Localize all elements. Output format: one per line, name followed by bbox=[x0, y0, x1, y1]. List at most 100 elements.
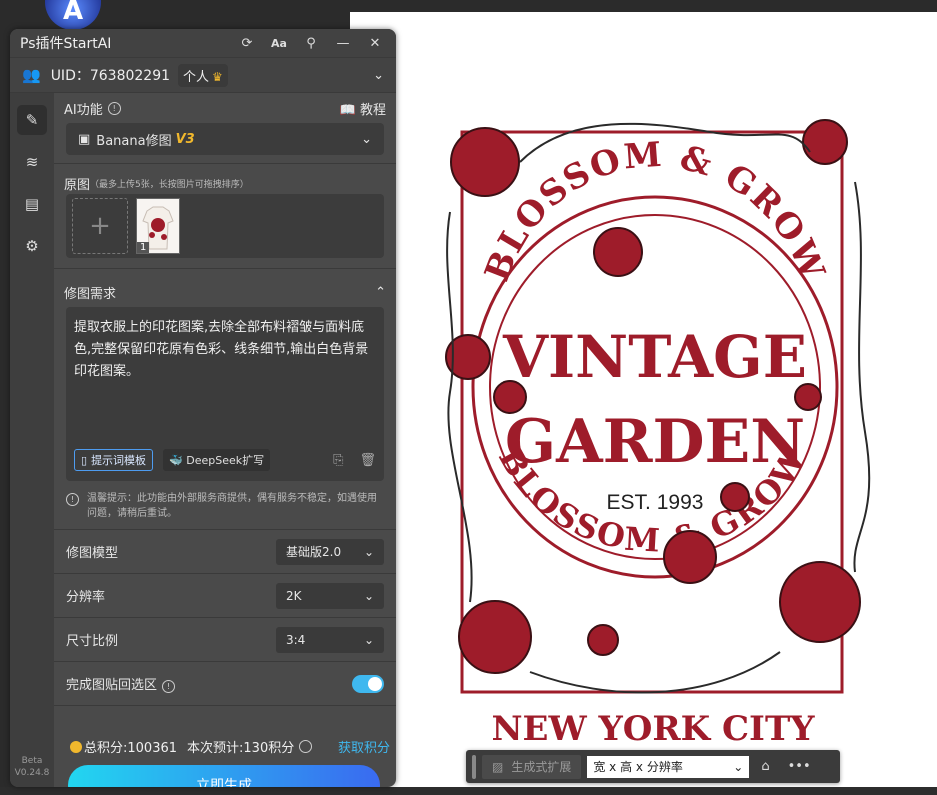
pin-icon[interactable]: ⚲ bbox=[300, 36, 322, 51]
paste-back-toggle[interactable] bbox=[352, 674, 384, 693]
chevron-down-icon: ⌄ bbox=[733, 759, 744, 774]
panel-content: AI功能 ! 📖 教程 ▣ Banana修图 V3 ⌄ 原图 （最多上传5张，长… bbox=[54, 93, 396, 787]
size-select[interactable]: 宽 x 高 x 分辨率 ⌄ bbox=[587, 755, 750, 778]
model-row: 修图模型 基础版2.0 ⌄ bbox=[54, 529, 396, 573]
model-value: 基础版2.0 bbox=[286, 545, 342, 559]
chevron-up-icon[interactable]: ⌃ bbox=[375, 285, 386, 300]
template-icon: ▯ bbox=[81, 453, 88, 467]
ratio-select[interactable]: 3:4 ⌄ bbox=[276, 626, 384, 653]
more-icon[interactable]: ••• bbox=[788, 759, 811, 774]
divider bbox=[54, 268, 396, 269]
expand-icon: ▨ bbox=[492, 759, 504, 774]
ratio-value: 3:4 bbox=[286, 632, 306, 647]
image-thumbnail[interactable]: 1 bbox=[136, 198, 180, 254]
document-canvas[interactable]: BLOSSOM & GROW VINTAGE GARDEN EST. 1993 … bbox=[350, 12, 937, 787]
edit-icon[interactable]: ✎ bbox=[17, 105, 47, 135]
info-icon[interactable] bbox=[299, 740, 313, 753]
minimize-icon[interactable]: — bbox=[332, 36, 354, 51]
add-image-button[interactable]: + bbox=[72, 198, 128, 254]
requirements-label: 修图需求 bbox=[64, 286, 117, 302]
info-icon[interactable]: ! bbox=[162, 680, 176, 693]
generate-button[interactable]: 立即生成 bbox=[68, 765, 380, 787]
deepseek-label: DeepSeek扩写 bbox=[186, 454, 265, 467]
canvas-top-strip bbox=[350, 0, 937, 12]
app-logo: A bbox=[45, 0, 101, 30]
artwork: BLOSSOM & GROW VINTAGE GARDEN EST. 1993 … bbox=[445, 119, 871, 749]
tutorial-link[interactable]: 📖 教程 bbox=[340, 99, 386, 118]
layout-icon[interactable]: ⌂ bbox=[761, 759, 769, 774]
panel-title: Ps插件StartAI bbox=[20, 36, 112, 52]
source-image-label: 原图 bbox=[64, 177, 91, 193]
art-est: EST. 1993 bbox=[607, 491, 704, 514]
book-icon: 📖 bbox=[339, 102, 356, 118]
font-size-icon[interactable]: Aa bbox=[268, 37, 290, 50]
ai-function-select[interactable]: ▣ Banana修图 V3 ⌄ bbox=[66, 123, 384, 155]
chevron-down-icon: ⌄ bbox=[363, 544, 374, 559]
art-city: NEW YORK CITY bbox=[491, 709, 815, 749]
image-icon: ▣ bbox=[78, 131, 91, 147]
resolution-value: 2K bbox=[286, 588, 302, 603]
user-bar[interactable]: 👥 UID：763802291 个人 ♛ ⌄ bbox=[10, 58, 396, 93]
source-image-header: 原图 （最多上传5张，长按图片可拖拽排序） bbox=[54, 172, 396, 194]
drag-handle[interactable] bbox=[472, 754, 476, 779]
deepseek-expand-button[interactable]: 🐳 DeepSeek扩写 bbox=[163, 449, 271, 471]
layers-icon[interactable]: ≋ bbox=[17, 147, 47, 177]
coin-icon bbox=[70, 740, 82, 753]
info-icon[interactable]: ! bbox=[107, 101, 121, 115]
ratio-label: 尺寸比例 bbox=[66, 634, 119, 649]
total-points: 总积分:100361 bbox=[84, 741, 178, 756]
rose-bottom-center bbox=[663, 530, 717, 584]
refresh-icon[interactable]: ⟳ bbox=[236, 36, 258, 51]
hint-label: 温馨提示：此功能由外部服务商提供，偶有服务不稳定，如遇使用问题，请稍后重试。 bbox=[87, 493, 377, 519]
resolution-select[interactable]: 2K ⌄ bbox=[276, 582, 384, 609]
ai-function-label: AI功能 bbox=[64, 102, 103, 118]
floating-toolbar: ▨ 生成式扩展 宽 x 高 x 分辨率 ⌄ ⌂ ••• bbox=[466, 750, 840, 783]
close-icon[interactable]: ✕ bbox=[364, 36, 386, 51]
prompt-template-button[interactable]: ▯ 提示词模板 bbox=[74, 449, 154, 471]
panel-titlebar[interactable]: Ps插件StartAI ⟳ Aa ⚲ — ✕ bbox=[10, 29, 396, 58]
gear-icon[interactable]: ⚙ bbox=[17, 231, 47, 261]
art-title-garden: GARDEN bbox=[505, 407, 805, 477]
panel-sidebar: ✎ ≋ ▤ ⚙ Beta V0.24.8 bbox=[10, 93, 54, 787]
chevron-down-icon[interactable]: ⌄ bbox=[373, 68, 384, 83]
whale-icon: 🐳 bbox=[169, 454, 183, 467]
plan-badge: 个人 ♛ bbox=[178, 63, 228, 87]
requirements-text[interactable]: 提取衣服上的印花图案,去除全部布料褶皱与面料底色,完整保留印花原有色彩、线条细节… bbox=[66, 307, 384, 393]
trash-icon[interactable]: 🗑 bbox=[359, 453, 376, 468]
source-image-note: （最多上传5张，长按图片可拖拽排序） bbox=[90, 179, 249, 190]
startai-panel: Ps插件StartAI ⟳ Aa ⚲ — ✕ 👥 UID：763802291 个… bbox=[10, 29, 396, 787]
upload-area: + 1 bbox=[66, 194, 384, 258]
ai-function-header: AI功能 ! 📖 教程 bbox=[54, 93, 396, 123]
rose-top-center bbox=[593, 227, 643, 277]
paste-back-label: 完成图贴回选区 bbox=[66, 678, 158, 693]
chevron-down-icon: ⌄ bbox=[361, 131, 372, 147]
paste-back-label-wrap: 完成图贴回选区! bbox=[66, 674, 176, 693]
thistle-right bbox=[720, 482, 750, 512]
version-badge: V3 bbox=[175, 131, 195, 147]
model-select[interactable]: 基础版2.0 ⌄ bbox=[276, 538, 384, 565]
history-icon[interactable]: ⎘ bbox=[333, 453, 343, 468]
users-icon: 👥 bbox=[22, 66, 41, 84]
info-icon: ! bbox=[66, 493, 79, 506]
generative-expand-button[interactable]: ▨ 生成式扩展 bbox=[482, 754, 582, 779]
plan-label: 个人 bbox=[183, 69, 210, 85]
estimate-points: 本次预计:130积分 bbox=[187, 741, 295, 756]
rose-bottom-left bbox=[458, 600, 532, 674]
requirements-header[interactable]: 修图需求 ⌃ bbox=[54, 277, 396, 307]
hint-text: ! 温馨提示：此功能由外部服务商提供，偶有服务不稳定，如遇使用问题，请稍后重试。 bbox=[66, 491, 384, 521]
thumb-index: 1 bbox=[137, 242, 150, 253]
status-bar bbox=[0, 787, 937, 795]
model-label: 修图模型 bbox=[66, 546, 119, 561]
version-label: Beta V0.24.8 bbox=[14, 756, 50, 778]
flower-bottom bbox=[587, 624, 619, 656]
divider bbox=[54, 163, 396, 164]
clipboard-icon[interactable]: ▤ bbox=[17, 189, 47, 219]
ratio-row: 尺寸比例 3:4 ⌄ bbox=[54, 617, 396, 661]
prompt-template-label: 提示词模板 bbox=[91, 454, 147, 467]
thistle-right-upper bbox=[794, 383, 822, 411]
paste-back-row: 完成图贴回选区! bbox=[54, 661, 396, 706]
tutorial-label: 教程 bbox=[359, 102, 386, 118]
requirements-textarea[interactable]: 提取衣服上的印花图案,去除全部布料褶皱与面料底色,完整保留印花原有色彩、线条细节… bbox=[66, 307, 384, 481]
size-select-value: 宽 x 高 x 分辨率 bbox=[593, 760, 683, 774]
get-points-link[interactable]: 获取积分 bbox=[338, 737, 390, 756]
